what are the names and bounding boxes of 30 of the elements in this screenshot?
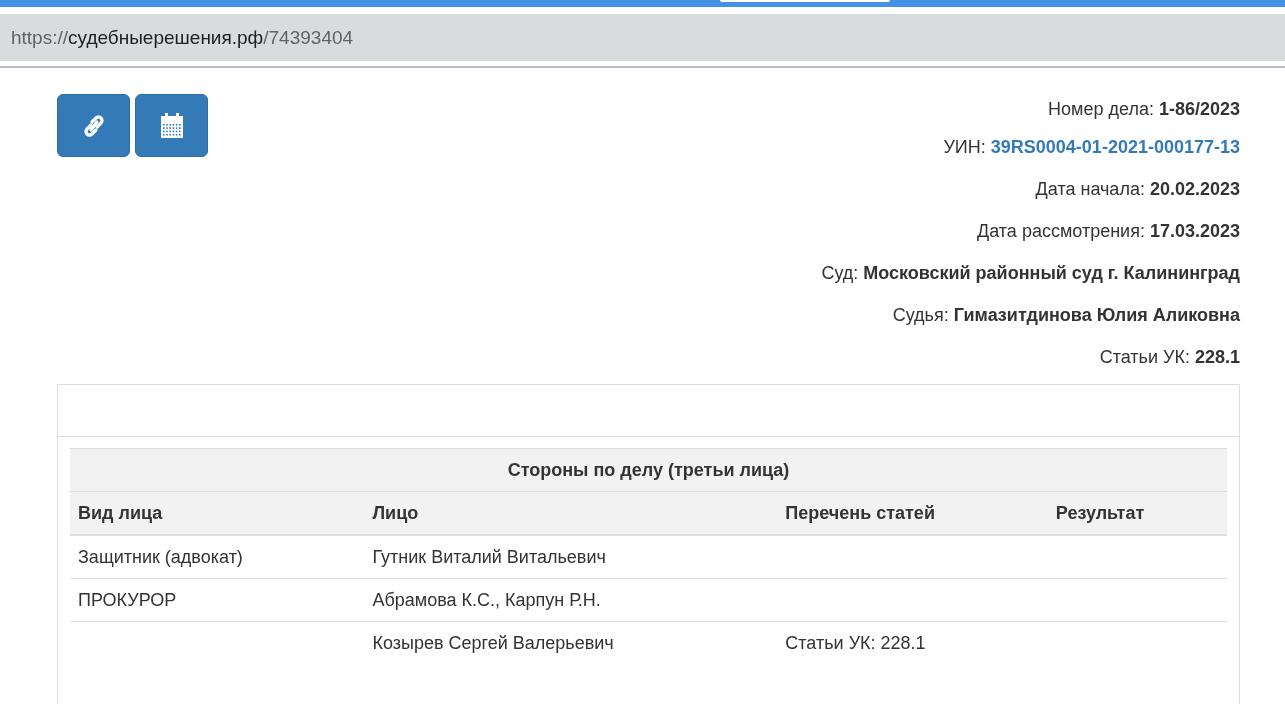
- info-value: 228.1: [1194, 346, 1240, 369]
- info-label: Суд:: [821, 262, 859, 285]
- table-cell: Абрамова К.С., Карпун Р.Н.: [364, 578, 778, 622]
- column-header: Результат: [1047, 491, 1227, 535]
- info-label: Статьи УК:: [1099, 346, 1190, 369]
- column-header: Вид лица: [70, 491, 365, 535]
- calendar-icon: [159, 112, 184, 139]
- column-header: Лицо: [364, 491, 778, 535]
- info-value: 17.03.2023: [1149, 220, 1240, 243]
- column-header: Перечень статей: [777, 491, 1048, 535]
- info-label: Дата начала:: [1035, 178, 1145, 201]
- table-title: Стороны по делу (третьи лица): [70, 448, 1227, 492]
- info-label: Дата рассмотрения:: [977, 220, 1145, 243]
- uin-link[interactable]: 39RS0004-01-2021-000177-13: [990, 126, 1240, 168]
- link-button[interactable]: [57, 94, 130, 157]
- address-bar[interactable]: https://судебныерешения.рф/74393404: [0, 14, 1285, 61]
- table-cell: Козырев Сергей Валерьевич: [364, 621, 778, 664]
- info-value: 1-86/2023: [1158, 98, 1240, 121]
- info-label: Номер дела:: [1048, 98, 1154, 121]
- info-value: Московский районный суд г. Калининград: [863, 262, 1240, 285]
- calendar-button[interactable]: [135, 94, 208, 157]
- table-cell: Защитник (адвокат): [70, 535, 365, 579]
- link-icon: [81, 112, 106, 139]
- table-cell: Статьи УК: 228.1: [777, 621, 1048, 664]
- info-label: УИН:: [943, 136, 986, 159]
- info-label: Судья:: [892, 304, 949, 327]
- table-cell: ПРОКУРОР: [70, 578, 365, 622]
- table-cell: Гутник Виталий Витальевич: [364, 535, 778, 579]
- info-value: Гимазитдинова Юлия Аликовна: [953, 304, 1240, 327]
- info-value: 20.02.2023: [1149, 178, 1240, 201]
